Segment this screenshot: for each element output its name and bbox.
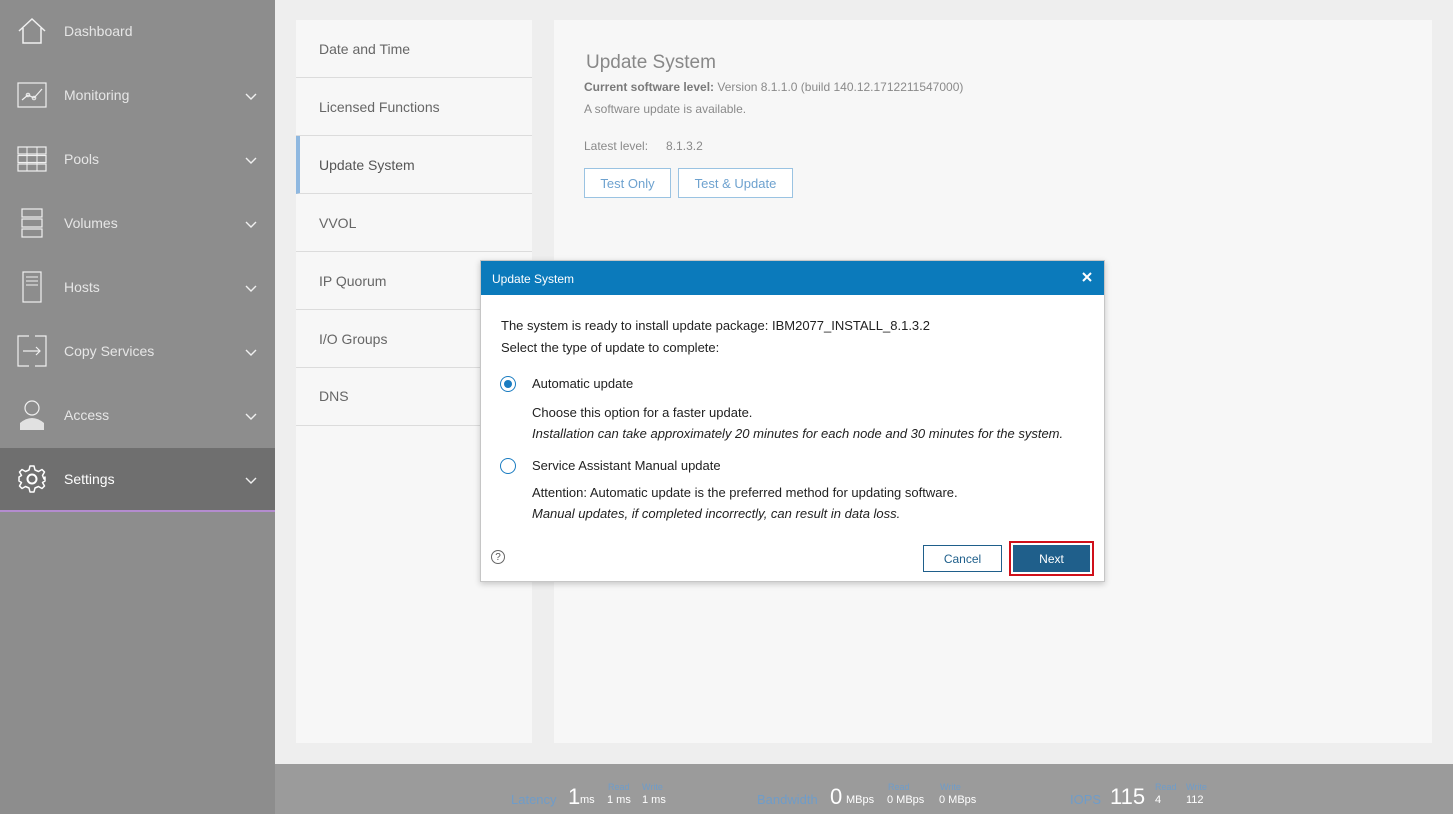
next-button-highlight: Next (1009, 541, 1094, 576)
next-button[interactable]: Next (1013, 545, 1090, 572)
nav-label: Volumes (64, 215, 118, 231)
chevron-down-icon (245, 157, 257, 164)
iops-write-value: 112 (1186, 794, 1204, 806)
bandwidth-unit: MBps (846, 794, 875, 806)
select-type-text: Select the type of update to complete: (501, 340, 720, 355)
automatic-update-duration: Installation can take approximately 20 m… (532, 426, 1064, 441)
bandwidth-write-value: 0 MBps (939, 794, 977, 806)
dialog-header: Update System (481, 261, 1104, 295)
nav-label: Pools (64, 151, 100, 167)
nav-item-dashboard[interactable]: Dashboard (0, 0, 275, 64)
submenu-label: Date and Time (319, 41, 411, 57)
ready-text: The system is ready to install update pa… (501, 318, 930, 333)
submenu-label: DNS (319, 388, 349, 404)
submenu-label: VVOL (319, 215, 357, 231)
submenu-item-vvol[interactable]: VVOL (296, 194, 532, 252)
sidebar: Dashboard Monitoring Pools Volumes Hosts… (0, 0, 275, 814)
test-only-button[interactable]: Test Only (584, 168, 671, 198)
latency-write-label: Write (642, 782, 663, 792)
latency-write-value: 1 ms (642, 794, 666, 806)
submenu-label: IP Quorum (319, 273, 387, 289)
nav-item-copy-services[interactable]: Copy Services (0, 320, 275, 384)
current-software-level: Current software level: Version 8.1.1.0 … (584, 80, 963, 94)
manual-update-attention: Attention: Automatic update is the prefe… (532, 485, 958, 500)
automatic-update-desc: Choose this option for a faster update. (532, 405, 753, 420)
cancel-button[interactable]: Cancel (923, 545, 1002, 572)
manual-update-label[interactable]: Service Assistant Manual update (532, 458, 721, 473)
gear-icon (16, 462, 48, 496)
volumes-icon (16, 206, 48, 240)
nav-item-hosts[interactable]: Hosts (0, 256, 275, 320)
chevron-down-icon (245, 349, 257, 356)
chevron-down-icon (245, 285, 257, 292)
user-icon (16, 398, 48, 432)
submenu-item-update-system[interactable]: Update System (296, 136, 532, 194)
automatic-update-radio[interactable] (500, 376, 516, 392)
latency-label: Latency (511, 792, 557, 807)
nav-item-pools[interactable]: Pools (0, 128, 275, 192)
latency-value: 1 (568, 784, 581, 809)
chevron-down-icon (245, 413, 257, 420)
submenu-item-licensed-functions[interactable]: Licensed Functions (296, 78, 532, 136)
nav-item-volumes[interactable]: Volumes (0, 192, 275, 256)
manual-update-radio[interactable] (500, 458, 516, 474)
bandwidth-write-label: Write (940, 782, 961, 792)
current-level-label: Current software level: (584, 80, 715, 94)
iops-read-value: 4 (1155, 794, 1162, 806)
iops-read-label: Read (1155, 782, 1177, 792)
submenu-label: Licensed Functions (319, 99, 440, 115)
iops-label: IOPS (1070, 792, 1102, 807)
close-icon[interactable] (1078, 268, 1096, 286)
dialog-title: Update System (492, 272, 575, 286)
chevron-down-icon (245, 477, 257, 484)
nav-item-access[interactable]: Access (0, 384, 275, 448)
latest-level-label: Latest level: (584, 139, 649, 153)
bandwidth-read-value: 0 MBps (887, 794, 925, 806)
submenu-label: Update System (319, 157, 415, 173)
iops-write-label: Write (1186, 782, 1207, 792)
nav-label: Copy Services (64, 343, 155, 359)
page-title: Update System (586, 52, 716, 73)
submenu-item-date-and-time[interactable]: Date and Time (296, 20, 532, 78)
bandwidth-value: 0 (830, 784, 843, 809)
house-icon (16, 14, 48, 48)
nav-item-settings[interactable]: Settings (0, 448, 275, 512)
manual-update-warning: Manual updates, if completed incorrectly… (532, 506, 901, 521)
nav-label: Monitoring (64, 87, 130, 103)
latency-unit: ms (580, 794, 595, 806)
nav-item-monitoring[interactable]: Monitoring (0, 64, 275, 128)
automatic-update-label[interactable]: Automatic update (532, 376, 633, 391)
copy-services-icon (16, 334, 48, 368)
chevron-down-icon (245, 221, 257, 228)
nav-label: Hosts (64, 279, 100, 295)
monitoring-icon (16, 78, 48, 112)
submenu-label: I/O Groups (319, 331, 388, 347)
iops-value: 115 (1110, 784, 1146, 809)
current-level-value: Version 8.1.1.0 (build 140.12.1712211547… (717, 80, 964, 94)
performance-bar: Latency 1 ms Read 1 ms Write 1 ms Bandwi… (275, 764, 1453, 814)
update-available-text: A software update is available. (584, 102, 747, 116)
pools-icon (16, 142, 48, 176)
latency-read-value: 1 ms (607, 794, 631, 806)
update-system-dialog: Update System The system is ready to ins… (480, 260, 1105, 582)
latest-level: Latest level: 8.1.3.2 (584, 139, 703, 153)
hosts-icon (16, 270, 48, 304)
test-and-update-button[interactable]: Test & Update (678, 168, 793, 198)
latency-read-label: Read (608, 782, 630, 792)
bandwidth-read-label: Read (888, 782, 910, 792)
latest-level-value: 8.1.3.2 (666, 139, 703, 153)
nav-label: Dashboard (64, 23, 133, 39)
bandwidth-label: Bandwidth (757, 792, 818, 807)
help-icon[interactable]: ? (491, 550, 505, 564)
chevron-down-icon (245, 93, 257, 100)
nav-label: Settings (64, 471, 115, 487)
nav-label: Access (64, 407, 110, 423)
